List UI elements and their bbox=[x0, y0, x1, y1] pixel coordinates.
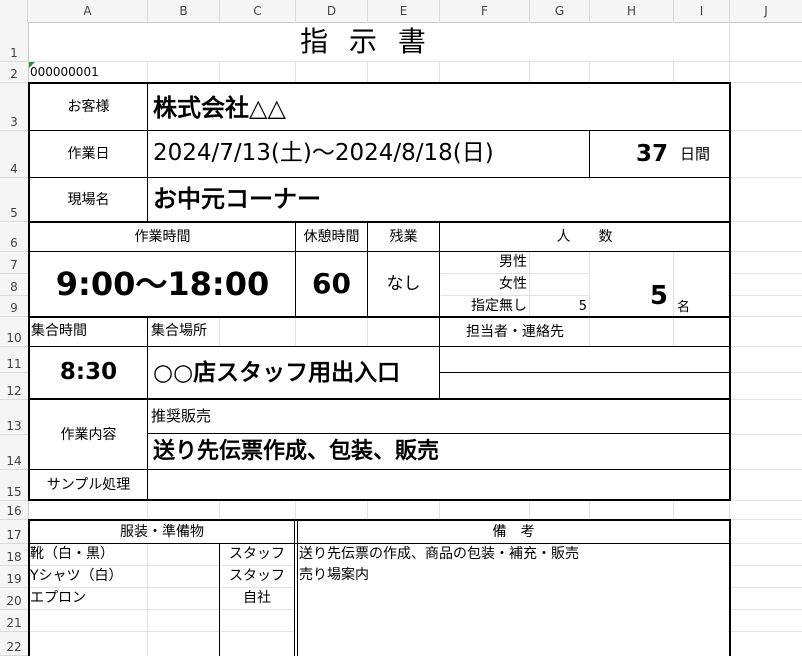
item-name: 靴（白・黒） bbox=[30, 546, 114, 562]
row-header-8[interactable]: 8 bbox=[0, 274, 28, 296]
item-name: エプロン bbox=[30, 590, 86, 606]
gridline bbox=[295, 318, 296, 346]
work-date-value: 2024/7/13(土)～2024/8/18(日) bbox=[153, 140, 494, 166]
row-header-9[interactable]: 9 bbox=[0, 296, 28, 317]
work-date-label: 作業日 bbox=[67, 146, 110, 162]
row-header-20[interactable]: 20 bbox=[0, 588, 28, 610]
items-header: 服装・準備物 bbox=[120, 524, 204, 540]
gridline bbox=[219, 318, 220, 346]
row-header-16[interactable]: 16 bbox=[0, 501, 28, 520]
row-header-5[interactable]: 5 bbox=[0, 178, 28, 222]
meet-time-value: 8:30 bbox=[59, 359, 118, 385]
customer-label: お客様 bbox=[67, 99, 110, 115]
gridline bbox=[30, 631, 220, 632]
gridline bbox=[221, 631, 295, 632]
gridline bbox=[30, 587, 220, 588]
sample-label: サンプル処理 bbox=[46, 476, 131, 493]
row-header-4[interactable]: 4 bbox=[0, 131, 28, 178]
gridline bbox=[441, 295, 589, 296]
site-label: 現場名 bbox=[67, 191, 110, 208]
content-sub: 推奨販売 bbox=[151, 407, 212, 425]
row-header-13[interactable]: 13 bbox=[0, 400, 28, 435]
row-header-2[interactable]: 2 bbox=[0, 62, 28, 83]
column-header-d[interactable]: D bbox=[296, 0, 368, 22]
remark-line: 売り場案内 bbox=[299, 567, 369, 583]
row-header-14[interactable]: 14 bbox=[0, 435, 28, 470]
row-header-17[interactable]: 17 bbox=[0, 520, 28, 544]
gridline bbox=[30, 565, 220, 566]
remark-line: 送り先伝票の作成、商品の包装・補充・販売 bbox=[299, 546, 579, 562]
item-name: Yシャツ（白） bbox=[30, 568, 123, 584]
row-header-19[interactable]: 19 bbox=[0, 566, 28, 588]
gridline bbox=[441, 273, 589, 274]
gridline bbox=[673, 318, 674, 346]
column-header-f[interactable]: F bbox=[440, 0, 530, 22]
row-header-1[interactable]: 1 bbox=[0, 22, 28, 62]
document-number: 000000001 bbox=[30, 65, 99, 79]
column-header-c[interactable]: C bbox=[220, 0, 296, 22]
unspecified-value: 5 bbox=[578, 299, 587, 314]
column-header-h[interactable]: H bbox=[590, 0, 674, 22]
column-header-bar: A B C D E F G H I J bbox=[0, 0, 802, 23]
row-header-7[interactable]: 7 bbox=[0, 252, 28, 274]
work-hours-label: 作業時間 bbox=[134, 229, 191, 245]
gridline bbox=[221, 609, 295, 610]
item-provider: 自社 bbox=[243, 590, 271, 606]
select-all-corner[interactable] bbox=[0, 0, 28, 22]
content-label: 作業内容 bbox=[60, 426, 117, 443]
column-header-e[interactable]: E bbox=[368, 0, 440, 22]
document-title: 指 示 書 bbox=[300, 25, 432, 58]
column-header-a[interactable]: A bbox=[28, 0, 148, 22]
item-provider: スタッフ bbox=[229, 568, 285, 584]
item-provider: スタッフ bbox=[229, 546, 285, 562]
row-header-11[interactable]: 11 bbox=[0, 347, 28, 373]
break-label: 休憩時間 bbox=[303, 229, 360, 245]
contact-label: 担当者・連絡先 bbox=[466, 324, 564, 340]
break-value: 60 bbox=[312, 267, 351, 300]
work-hours-value: 9:00～18:00 bbox=[55, 265, 270, 303]
customer-value: 株式会社△△ bbox=[153, 94, 286, 122]
total-headcount-unit: 名 bbox=[677, 300, 691, 315]
female-label: 女性 bbox=[499, 276, 527, 292]
gridline bbox=[673, 252, 674, 316]
days-unit: 日間 bbox=[680, 145, 711, 163]
remarks-header: 備 考 bbox=[492, 524, 535, 540]
gridline bbox=[147, 544, 148, 656]
gridline bbox=[28, 61, 802, 62]
row-header-21[interactable]: 21 bbox=[0, 610, 28, 632]
headcount-label: 人 数 bbox=[556, 229, 613, 245]
row-header-18[interactable]: 18 bbox=[0, 544, 28, 566]
meet-place-value: ○○店スタッフ用出入口 bbox=[153, 360, 401, 386]
row-header-15[interactable]: 15 bbox=[0, 470, 28, 501]
overtime-value: なし bbox=[386, 273, 421, 294]
days-value: 37 bbox=[635, 141, 668, 167]
contact-field[interactable] bbox=[441, 347, 729, 372]
meet-time-label: 集合時間 bbox=[31, 323, 87, 339]
row-header-6[interactable]: 6 bbox=[0, 222, 28, 252]
column-header-b[interactable]: B bbox=[148, 0, 220, 22]
gridline bbox=[221, 587, 295, 588]
gridline bbox=[367, 318, 368, 346]
gridline bbox=[30, 609, 220, 610]
sample-field[interactable] bbox=[148, 470, 729, 499]
male-label: 男性 bbox=[499, 254, 527, 270]
row-header-22[interactable]: 22 bbox=[0, 632, 28, 656]
overtime-label: 残業 bbox=[389, 229, 418, 245]
contact-field-2[interactable] bbox=[441, 373, 729, 398]
unspecified-label: 指定無し bbox=[471, 298, 527, 314]
meet-place-label: 集合場所 bbox=[151, 323, 207, 339]
site-value: お中元コーナー bbox=[153, 185, 321, 213]
content-value: 送り先伝票作成、包装、販売 bbox=[153, 439, 440, 464]
row-header-10[interactable]: 10 bbox=[0, 317, 28, 347]
column-header-g[interactable]: G bbox=[530, 0, 590, 22]
column-header-j[interactable]: J bbox=[730, 0, 802, 22]
row-header-12[interactable]: 12 bbox=[0, 373, 28, 400]
gridline bbox=[221, 565, 295, 566]
total-headcount-value: 5 bbox=[649, 281, 668, 311]
row-header-3[interactable]: 3 bbox=[0, 83, 28, 131]
row-header-bar: 1 2 3 4 5 6 7 8 9 10 11 12 13 14 15 16 1… bbox=[0, 22, 29, 656]
column-header-i[interactable]: I bbox=[674, 0, 730, 22]
